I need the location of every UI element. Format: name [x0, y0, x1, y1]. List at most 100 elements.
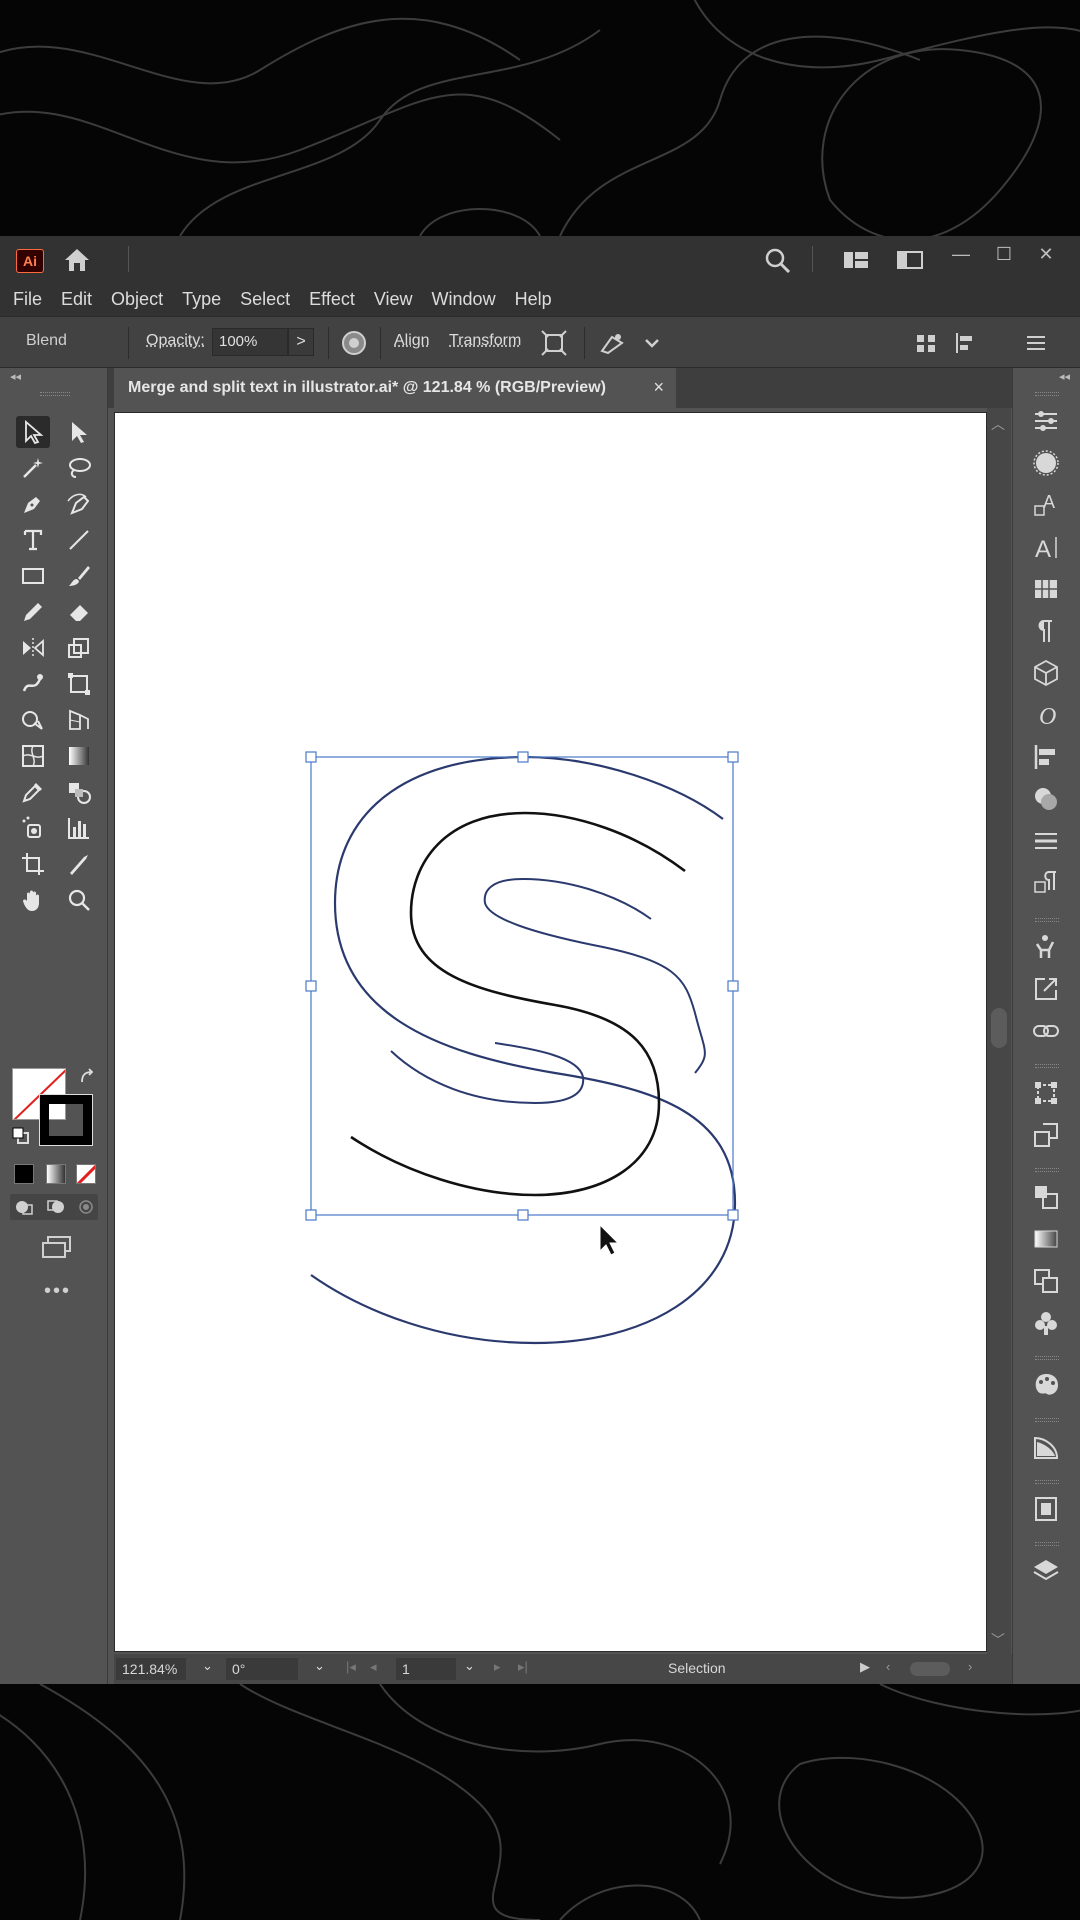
menu-edit[interactable]: Edit — [61, 289, 92, 310]
asset-export-panel-button[interactable] — [1031, 1120, 1061, 1150]
puppet-warp-icon[interactable] — [598, 329, 626, 357]
gradient-panel-button[interactable] — [1031, 1224, 1061, 1254]
zoom-tool[interactable] — [62, 884, 96, 916]
paragraph-panel-button[interactable] — [1031, 616, 1061, 646]
scroll-right-icon[interactable]: › — [968, 1659, 972, 1674]
none-mode-icon[interactable] — [76, 1164, 96, 1184]
panel-grip[interactable] — [1035, 1418, 1059, 1422]
maximize-button[interactable]: ☐ — [987, 242, 1021, 266]
document-tab[interactable]: Merge and split text in illustrator.ai* … — [114, 368, 676, 408]
layers-panel-button[interactable] — [1031, 1556, 1061, 1586]
character-panel-button[interactable]: A — [1031, 532, 1061, 563]
blend-tool[interactable] — [62, 776, 96, 808]
paintbrush-tool[interactable] — [62, 560, 96, 592]
opacity-expand-button[interactable]: > — [288, 328, 314, 356]
menu-effect[interactable]: Effect — [309, 289, 355, 310]
selection-tool[interactable] — [16, 416, 50, 448]
panel-menu-icon[interactable] — [1022, 329, 1050, 357]
isolate-object-icon[interactable] — [540, 329, 568, 357]
panel-grip[interactable] — [1035, 1356, 1059, 1360]
collapse-panel-icon[interactable]: ◂◂ — [10, 370, 21, 383]
close-window-button[interactable]: ✕ — [1029, 242, 1063, 266]
artboard-tool[interactable] — [16, 848, 50, 880]
pen-tool[interactable] — [16, 488, 50, 520]
align-grid-icon[interactable] — [912, 329, 940, 357]
default-fill-stroke-icon[interactable] — [10, 1126, 32, 1146]
slice-tool[interactable] — [62, 848, 96, 880]
close-tab-button[interactable]: × — [653, 377, 664, 398]
free-transform-tool[interactable] — [62, 668, 96, 700]
gradient-mode-icon[interactable] — [46, 1164, 66, 1184]
edit-toolbar-icon[interactable]: ••• — [44, 1280, 71, 1303]
menu-type[interactable]: Type — [182, 289, 221, 310]
glyphs-panel-button[interactable] — [1031, 574, 1061, 604]
scale-tool[interactable] — [62, 632, 96, 664]
export-panel-button[interactable] — [1031, 974, 1061, 1004]
minimize-button[interactable]: — — [944, 242, 978, 266]
draw-behind-icon[interactable] — [46, 1197, 66, 1217]
zoom-dropdown-icon[interactable]: ⌄ — [202, 1658, 213, 1674]
transform-link[interactable]: Transform — [449, 332, 521, 350]
workspace-switcher-icon[interactable] — [842, 247, 870, 273]
search-icon[interactable] — [764, 247, 792, 273]
artboard-canvas[interactable] — [114, 412, 987, 1652]
panel-grip[interactable] — [1035, 1168, 1059, 1172]
menu-file[interactable]: File — [13, 289, 42, 310]
status-menu-arrow-icon[interactable]: ▶ — [860, 1659, 870, 1675]
draw-inside-icon[interactable] — [76, 1197, 96, 1217]
horizontal-scroll-thumb[interactable] — [910, 1662, 950, 1676]
panel-grip[interactable] — [1035, 1480, 1059, 1484]
puppet-warp-panel-button[interactable] — [1031, 932, 1061, 962]
s-blend-artwork[interactable] — [115, 413, 988, 1653]
properties-panel-button[interactable] — [1031, 406, 1061, 436]
pencil-tool[interactable] — [16, 596, 50, 628]
eyedropper-tool[interactable] — [16, 776, 50, 808]
appearance-panel-button[interactable] — [1031, 448, 1061, 478]
opacity-input[interactable]: 100% — [212, 328, 288, 356]
artboard-dropdown-icon[interactable]: ⌄ — [464, 1658, 475, 1674]
opentype-panel-button[interactable]: O — [1031, 700, 1061, 730]
draw-normal-icon[interactable] — [14, 1197, 34, 1217]
arrange-panel-button[interactable] — [1031, 1182, 1061, 1212]
paragraph-styles-panel-button[interactable] — [1031, 868, 1061, 898]
menu-view[interactable]: View — [374, 289, 413, 310]
panel-grip[interactable] — [1035, 1064, 1059, 1068]
scroll-down-icon[interactable]: ﹀ — [991, 1630, 1005, 1650]
scroll-up-icon[interactable]: ︿ — [991, 414, 1005, 434]
first-artboard-icon[interactable]: |◂ — [346, 1659, 356, 1675]
rotation-field[interactable]: 0° — [226, 1658, 298, 1680]
color-guide-panel-button[interactable] — [1031, 1370, 1061, 1400]
distribute-icon[interactable] — [952, 329, 980, 357]
gradient-tool[interactable] — [62, 740, 96, 772]
previous-artboard-icon[interactable]: ◂ — [370, 1659, 377, 1675]
symbols-panel-button[interactable] — [1031, 1308, 1061, 1338]
artboard-number-field[interactable]: 1 — [396, 1658, 456, 1680]
libraries-panel-button[interactable] — [1031, 1432, 1061, 1462]
home-icon[interactable] — [62, 247, 92, 273]
menu-object[interactable]: Object — [111, 289, 163, 310]
rotation-dropdown-icon[interactable]: ⌄ — [314, 1658, 325, 1674]
stroke-swatch[interactable] — [39, 1094, 93, 1146]
symbol-sprayer-tool[interactable] — [16, 812, 50, 844]
type-tool[interactable] — [16, 524, 50, 556]
shape-builder-tool[interactable] — [16, 704, 50, 736]
stroke-panel-button[interactable] — [1031, 826, 1061, 856]
line-segment-tool[interactable] — [62, 524, 96, 556]
perspective-grid-tool[interactable] — [62, 704, 96, 736]
column-graph-tool[interactable] — [62, 812, 96, 844]
rectangle-tool[interactable] — [16, 560, 50, 592]
panel-grip[interactable] — [1035, 918, 1059, 922]
direct-selection-tool[interactable] — [62, 416, 96, 448]
align-link[interactable]: Align — [394, 332, 430, 350]
scroll-left-icon[interactable]: ‹ — [886, 1659, 890, 1674]
expand-panels-icon[interactable]: ◂◂ — [1059, 370, 1070, 383]
menu-window[interactable]: Window — [432, 289, 496, 310]
eraser-tool[interactable] — [62, 596, 96, 628]
curvature-tool[interactable] — [62, 488, 96, 520]
next-artboard-icon[interactable]: ▸ — [494, 1659, 501, 1675]
panel-grip[interactable] — [40, 392, 70, 396]
arrange-documents-icon[interactable] — [896, 247, 924, 273]
swap-fill-stroke-icon[interactable] — [78, 1068, 98, 1088]
vertical-scrollbar[interactable]: ︿ ﹀ — [987, 408, 1011, 1656]
hand-tool[interactable] — [16, 884, 50, 916]
